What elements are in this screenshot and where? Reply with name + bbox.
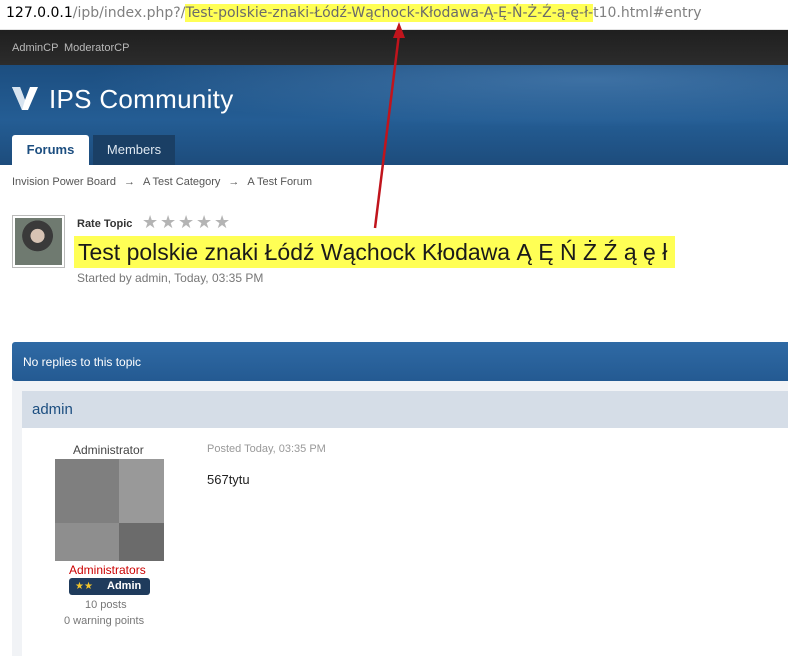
avatar-block bbox=[119, 523, 164, 561]
site-logo-text[interactable]: IPS Community bbox=[49, 84, 234, 115]
author-group: Administrators bbox=[69, 563, 146, 577]
post-content: 567tytu bbox=[207, 472, 250, 487]
topic-title: Test polskie znaki Łódź Wąchock Kłodawa … bbox=[74, 236, 676, 268]
address-bar[interactable]: 127.0.0.1/ipb/index.php?/Test-polskie-zn… bbox=[0, 0, 788, 30]
avatar-block bbox=[55, 523, 119, 561]
rate-topic-label: Rate Topic bbox=[77, 218, 133, 230]
rank-label: Admin bbox=[107, 580, 142, 592]
tab-forums[interactable]: Forums bbox=[12, 135, 89, 165]
author-title: Administrator bbox=[73, 443, 144, 457]
breadcrumb-separator: → bbox=[228, 176, 240, 188]
replies-status-bar: No replies to this topic bbox=[12, 342, 788, 381]
author-post-count: 10 posts bbox=[85, 599, 127, 611]
url-path: /ipb/index.php?/ bbox=[72, 5, 186, 21]
post-date: Posted Today, 03:35 PM bbox=[207, 443, 326, 455]
rating-stars: ★ ★ ★ ★ ★ bbox=[142, 214, 232, 232]
admin-bar: AdminCP ModeratorCP bbox=[0, 30, 788, 65]
tab-members[interactable]: Members bbox=[93, 135, 175, 165]
topic-starter-avatar[interactable] bbox=[12, 215, 65, 268]
post-header: admin bbox=[22, 391, 788, 428]
breadcrumb-item-forum[interactable]: A Test Forum bbox=[247, 176, 312, 188]
author-warning-points: 0 warning points bbox=[64, 615, 145, 627]
rank-stars-icon: ★★ bbox=[75, 581, 93, 592]
ips-logo-icon[interactable] bbox=[11, 84, 39, 112]
star-icon[interactable]: ★ bbox=[196, 214, 214, 232]
admincp-link[interactable]: AdminCP bbox=[12, 42, 58, 54]
breadcrumb-item-category[interactable]: A Test Category bbox=[143, 176, 220, 188]
rank-badge: ★★ Admin bbox=[69, 578, 150, 595]
breadcrumb-separator: → bbox=[123, 176, 135, 188]
avatar-block bbox=[55, 459, 119, 523]
breadcrumb-item-board[interactable]: Invision Power Board bbox=[12, 176, 116, 188]
star-icon[interactable]: ★ bbox=[160, 214, 178, 232]
star-icon[interactable]: ★ bbox=[178, 214, 196, 232]
author-avatar[interactable] bbox=[55, 459, 164, 561]
url-tail: t10.html#entry bbox=[593, 5, 702, 21]
avatar-block bbox=[119, 459, 164, 523]
star-icon[interactable]: ★ bbox=[214, 214, 232, 232]
avatar-photo-image bbox=[15, 218, 62, 265]
post-author-name[interactable]: admin bbox=[32, 401, 73, 418]
star-icon[interactable]: ★ bbox=[142, 214, 160, 232]
breadcrumb: Invision Power Board → A Test Category → A T… bbox=[12, 176, 312, 188]
moderatorcp-link[interactable]: ModeratorCP bbox=[64, 42, 129, 54]
url-host: 127.0.0.1 bbox=[6, 5, 73, 21]
url-text[interactable]: 127.0.0.1/ipb/index.php?/Test-polskie-zn… bbox=[6, 4, 702, 22]
replies-status-text: No replies to this topic bbox=[23, 355, 142, 369]
topic-started-by: Started by admin, Today, 03:35 PM bbox=[77, 271, 264, 285]
url-highlighted-slug: Test-polskie-znaki-Łódź-Wąchock-Kłodawa-… bbox=[185, 4, 594, 22]
